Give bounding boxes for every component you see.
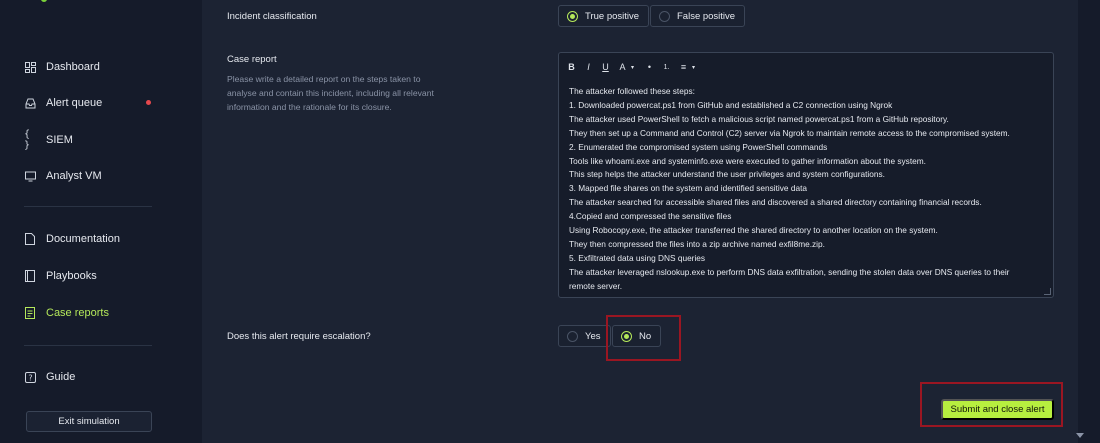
report-line: The attacker followed these steps: [569,86,695,96]
report-line: The attacker searched for accessible sha… [569,197,982,208]
highlight-box [920,382,1063,427]
sidebar-item-analyst-vm[interactable]: Analyst VM [24,170,102,182]
radio-unselected-icon [659,10,670,22]
option-label: False positive [677,10,736,22]
report-line: The attacker leveraged nslookup.exe to p… [569,266,1010,277]
report-line: The attacker used PowerShell to fetch a … [569,113,949,124]
scroll-down-icon[interactable] [1076,433,1084,438]
report-icon [24,307,36,319]
document-icon [24,233,36,245]
sidebar-divider [24,345,152,346]
bold-button[interactable]: B [567,62,576,72]
logo [41,0,47,2]
report-line: This step helps the attacker understand … [569,169,885,180]
align-icon: ≡ [680,62,687,72]
sidebar-item-label: Guide [46,371,76,383]
classification-label: Incident classification [227,11,317,22]
sidebar-item-dashboard[interactable]: Dashboard [24,61,100,73]
report-line: They then compressed the files into a zi… [569,238,825,249]
svg-text:?: ? [28,373,32,382]
monitor-icon [24,170,36,182]
sidebar-item-label: Analyst VM [46,170,102,182]
report-line: 5. Exfiltrated data using DNS queries [569,252,706,263]
inbox-icon [24,97,36,109]
sidebar-item-label: Documentation [46,233,120,245]
report-line: They then set up a Command and Control (… [569,127,1010,138]
exit-simulation-button[interactable]: Exit simulation [26,411,152,432]
sidebar-item-guide[interactable]: ? Guide [24,371,75,383]
option-label: Yes [585,330,601,342]
sidebar-item-playbooks[interactable]: Playbooks [24,270,97,282]
editor-content[interactable]: The attacker followed these steps: 1. Dow… [559,81,1053,294]
escalation-yes-option[interactable]: Yes [558,325,611,347]
numbered-list-button[interactable]: 1. [662,64,671,71]
sidebar: Dashboard Alert queue { } SIEM Analyst V… [0,0,178,443]
sidebar-item-label: Playbooks [46,270,97,282]
editor-toolbar: B I U A ▾ • 1. ≡ ▾ [559,53,1053,81]
sidebar-item-siem[interactable]: { } SIEM [24,129,73,151]
option-label: True positive [585,10,640,22]
case-report-description: Please write a detailed report on the st… [227,74,434,112]
text-color-button[interactable]: A ▾ [618,62,637,72]
chevron-down-icon: ▾ [691,64,695,71]
alert-badge [146,100,151,105]
report-line: remote server. [569,280,623,291]
text-color-icon: A [619,62,626,72]
sidebar-divider [24,206,152,207]
radio-unselected-icon [567,330,578,342]
align-button[interactable]: ≡ ▾ [679,62,698,72]
help-icon: ? [24,371,36,383]
code-braces-icon: { } [24,129,31,151]
italic-button[interactable]: I [584,62,593,72]
highlight-box [606,315,681,361]
dashboard-icon [24,61,36,73]
report-line: 3. Mapped file shares on the system and … [569,183,807,194]
sidebar-item-alert-queue[interactable]: Alert queue [24,97,102,109]
report-line: Using Robocopy.exe, the attacker transfe… [569,225,938,236]
radio-selected-icon [567,10,578,22]
case-report-editor[interactable]: B I U A ▾ • 1. ≡ ▾ The attacker followed t… [558,52,1054,298]
sidebar-item-label: Alert queue [46,97,103,109]
escalation-label: Does this alert require escalation? [227,331,371,342]
sidebar-item-label: SIEM [46,134,73,146]
chevron-down-icon: ▾ [630,64,634,71]
sidebar-item-label: Case reports [46,307,109,319]
case-report-label: Case report [227,54,277,65]
report-line: 1. Downloaded powercat.ps1 from GitHub a… [569,99,893,110]
underline-button[interactable]: U [601,62,610,72]
report-line: Tools like whoami.exe and systeminfo.exe… [569,155,926,166]
sidebar-item-documentation[interactable]: Documentation [24,233,120,245]
book-icon [24,270,36,282]
bullet-list-button[interactable]: • [645,62,654,72]
report-line: 2. Enumerated the compromised system usi… [569,141,828,152]
sidebar-item-case-reports[interactable]: Case reports [24,307,109,319]
case-report-form: Incident classification True positive Fa… [202,0,1078,443]
report-line: 4.Copied and compressed the sensitive fi… [569,211,732,222]
false-positive-option[interactable]: False positive [650,5,746,27]
sidebar-item-label: Dashboard [46,61,100,73]
resize-handle[interactable] [1044,288,1051,295]
true-positive-option[interactable]: True positive [558,5,650,27]
